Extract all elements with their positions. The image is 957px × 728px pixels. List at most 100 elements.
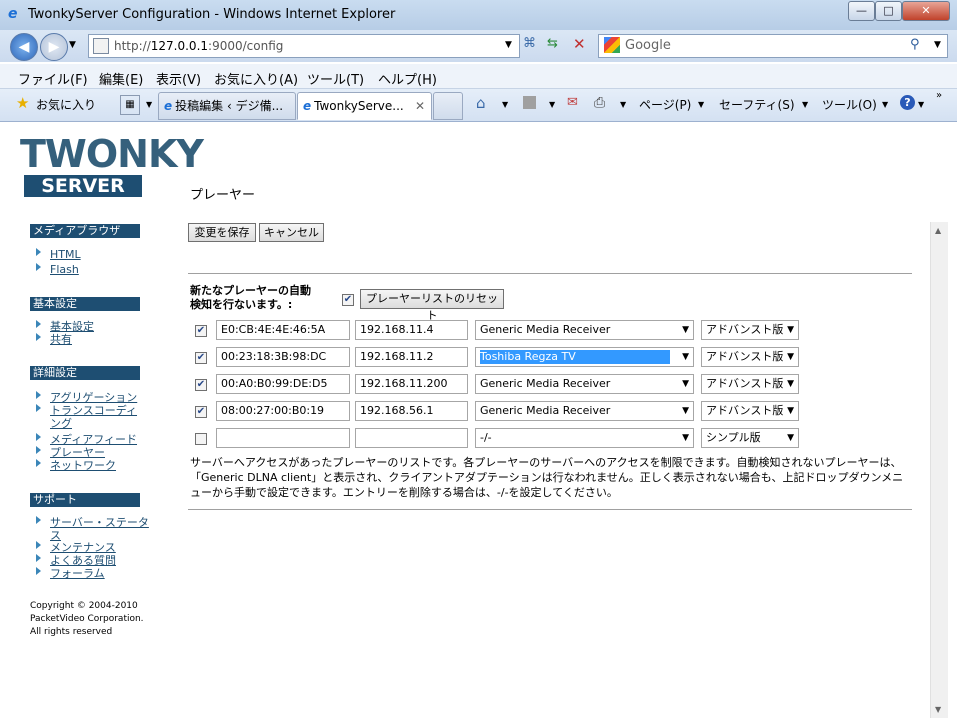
sidebar-link-server-status[interactable]: サーバー・ステータス xyxy=(50,516,150,542)
close-button[interactable]: ✕ xyxy=(902,1,950,21)
search-icon[interactable]: ⚲ xyxy=(910,37,920,52)
player-enable-checkbox[interactable]: ✔ xyxy=(195,379,207,391)
player-receiver-select[interactable]: -/- ▼ xyxy=(475,428,694,448)
player-receiver-select[interactable]: Generic Media Receiver ▼ xyxy=(475,374,694,394)
player-mode-select[interactable]: アドバンスト版 ▼ xyxy=(701,347,799,367)
sidebar-link-faq[interactable]: よくある質問 xyxy=(50,554,116,567)
save-button[interactable]: 変更を保存 xyxy=(188,223,256,242)
mail-icon[interactable]: ✉ xyxy=(567,95,578,110)
player-ip-field[interactable]: 192.168.56.1 xyxy=(355,401,468,421)
stop-icon[interactable]: ✕ xyxy=(573,35,586,53)
sidebar-link-maintenance[interactable]: メンテナンス xyxy=(50,541,116,554)
player-receiver-select[interactable]: Generic Media Receiver ▼ xyxy=(475,320,694,340)
forward-button[interactable]: ▶ xyxy=(40,33,68,61)
maximize-button[interactable]: □ xyxy=(875,1,902,21)
arrow-icon xyxy=(36,433,41,441)
history-dropdown-icon[interactable]: ▼ xyxy=(69,40,76,50)
home-dropdown-icon[interactable]: ▼ xyxy=(502,100,508,109)
auto-detect-label-line: 検知を行ないます。: xyxy=(190,298,293,311)
vertical-scrollbar[interactable]: ▲ ▼ xyxy=(930,222,948,718)
sidebar-link-media-feed[interactable]: メディアフィード xyxy=(50,433,137,446)
arrow-icon xyxy=(36,263,41,271)
player-ip-field[interactable] xyxy=(355,428,468,448)
player-mode-select[interactable]: アドバンスト版 ▼ xyxy=(701,374,799,394)
sidebar-link-players[interactable]: プレーヤー xyxy=(50,446,105,459)
menu-favorites[interactable]: お気に入り(A) xyxy=(214,69,298,88)
cancel-button[interactable]: キャンセル xyxy=(259,223,324,242)
player-receiver-select[interactable]: Generic Media Receiver ▼ xyxy=(475,401,694,421)
home-icon[interactable]: ⌂ xyxy=(476,94,486,112)
tab-list-dropdown-icon[interactable]: ▼ xyxy=(146,100,152,109)
arrow-icon xyxy=(36,516,41,524)
player-receiver-select[interactable]: Toshiba Regza TV ▼ xyxy=(475,347,694,367)
sidebar-link-flash[interactable]: Flash xyxy=(50,263,79,276)
chevron-down-icon: ▼ xyxy=(787,433,794,443)
sidebar-link-basic[interactable]: 基本設定 xyxy=(50,320,94,333)
menu-view[interactable]: 表示(V) xyxy=(156,69,201,88)
player-mac-field[interactable]: 00:23:18:3B:98:DC xyxy=(216,347,350,367)
menu-help[interactable]: ヘルプ(H) xyxy=(378,69,437,88)
player-mac-field[interactable]: 00:A0:B0:99:DE:D5 xyxy=(216,374,350,394)
print-icon[interactable]: ⎙ xyxy=(594,95,605,111)
copyright-line-1: Copyright © 2004-2010 xyxy=(30,601,138,611)
player-enable-checkbox[interactable]: ✔ xyxy=(195,325,207,337)
url-dropdown-icon[interactable]: ▼ xyxy=(505,40,512,50)
tools-menu[interactable]: ツール(O) xyxy=(822,96,877,113)
quick-tabs-icon[interactable]: ▦ xyxy=(120,95,140,115)
ie-logo-icon: e xyxy=(8,6,18,22)
print-dropdown-icon[interactable]: ▼ xyxy=(620,100,626,109)
auto-detect-checkbox[interactable]: ✔ xyxy=(342,294,354,306)
player-receiver-value: Toshiba Regza TV xyxy=(480,350,670,364)
player-mode-select[interactable]: シンプル版 ▼ xyxy=(701,428,799,448)
chevron-down-icon: ▼ xyxy=(682,433,689,443)
player-enable-checkbox[interactable]: ✔ xyxy=(195,406,207,418)
safety-menu[interactable]: セーフティ(S) xyxy=(719,96,795,113)
refresh-icon[interactable]: ⇆ xyxy=(547,36,558,51)
tab-close-icon[interactable]: ✕ xyxy=(415,93,425,119)
star-icon[interactable]: ★ xyxy=(16,94,29,112)
minimize-button[interactable]: — xyxy=(848,1,875,21)
auto-detect-label-line: 新たなプレーヤーの自動 xyxy=(190,284,311,297)
player-mac-field[interactable]: E0:CB:4E:4E:46:5A xyxy=(216,320,350,340)
menu-file[interactable]: ファイル(F) xyxy=(18,69,88,88)
compat-view-icon[interactable]: ⌘ xyxy=(523,36,536,51)
scroll-up-icon[interactable]: ▲ xyxy=(935,226,941,235)
search-dropdown-icon[interactable]: ▼ xyxy=(934,40,941,50)
player-ip-field[interactable]: 192.168.11.2 xyxy=(355,347,468,367)
arrow-icon xyxy=(36,333,41,341)
menu-tools[interactable]: ツール(T) xyxy=(307,69,364,88)
player-mac-field[interactable]: 08:00:27:00:B0:19 xyxy=(216,401,350,421)
sidebar-link-forum[interactable]: フォーラム xyxy=(50,567,105,580)
feeds-icon[interactable] xyxy=(523,96,536,109)
chevron-down-icon: ▼ xyxy=(682,406,689,416)
menu-edit[interactable]: 編集(E) xyxy=(99,69,143,88)
player-enable-checkbox[interactable]: ✔ xyxy=(195,352,207,364)
tab-post-edit[interactable]: e 投稿編集 ‹ デジ備... xyxy=(158,92,296,120)
arrow-icon xyxy=(36,320,41,328)
player-ip-field[interactable]: 192.168.11.200 xyxy=(355,374,468,394)
sidebar-link-transcoding[interactable]: トランスコーディング xyxy=(50,404,145,430)
help-icon[interactable]: ? xyxy=(900,95,915,110)
sidebar-link-aggregation[interactable]: アグリゲーション xyxy=(50,391,137,404)
player-enable-checkbox[interactable] xyxy=(195,433,207,445)
sidebar-link-network[interactable]: ネットワーク xyxy=(50,459,116,472)
sidebar-head-basic-settings: 基本設定 xyxy=(30,297,140,311)
tab-twonky[interactable]: e TwonkyServe... ✕ xyxy=(297,92,432,120)
arrow-icon xyxy=(36,554,41,562)
scroll-down-icon[interactable]: ▼ xyxy=(935,705,941,714)
sidebar-link-sharing[interactable]: 共有 xyxy=(50,333,72,346)
favorites-button[interactable]: お気に入り xyxy=(36,96,96,113)
player-mac-field[interactable] xyxy=(216,428,350,448)
player-mode-select[interactable]: アドバンスト版 ▼ xyxy=(701,320,799,340)
help-dropdown-icon[interactable]: ▼ xyxy=(918,100,924,109)
player-ip-field[interactable]: 192.168.11.4 xyxy=(355,320,468,340)
page-menu[interactable]: ページ(P) xyxy=(639,96,691,113)
new-tab-button[interactable] xyxy=(433,92,463,120)
sidebar-link-html[interactable]: HTML xyxy=(50,248,81,261)
reset-player-list-button[interactable]: プレーヤーリストのリセット xyxy=(360,289,504,322)
feeds-dropdown-icon[interactable]: ▼ xyxy=(549,100,555,109)
player-mode-select[interactable]: アドバンスト版 ▼ xyxy=(701,401,799,421)
chevron-more-icon[interactable]: » xyxy=(936,90,942,101)
menu-bar xyxy=(0,64,957,89)
back-button[interactable]: ◀ xyxy=(10,33,38,61)
